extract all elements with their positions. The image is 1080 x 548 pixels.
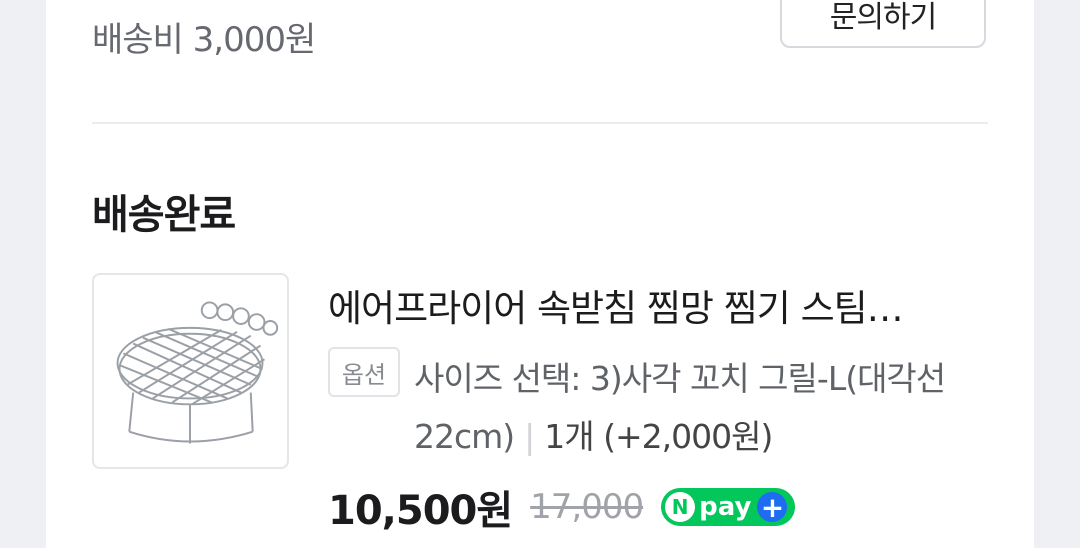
option-separator: |	[524, 417, 535, 456]
grill-rack-image	[116, 301, 279, 444]
shipping-fee: 배송비 3,000원	[92, 20, 316, 60]
plus-icon: +	[757, 491, 788, 524]
option-details: 사이즈 선택: 3)사각 꼬치 그릴-L(대각선 22cm) | 1개 (+2,00…	[414, 350, 994, 466]
sale-price: 10,500원	[328, 488, 513, 534]
price-row: 10,500원 17,000 N pay +	[328, 478, 796, 536]
delivery-status-title: 배송완료	[92, 192, 236, 238]
quantity: 1개 (+2,000원)	[544, 417, 773, 456]
inquiry-button[interactable]: 문의하기	[780, 0, 986, 48]
npay-label: pay	[699, 492, 752, 522]
naver-n-icon: N	[665, 492, 696, 522]
order-card: 배송비 3,000원 문의하기 배송완료 에어프라이어 속받침 찜망 찜기 스팀…	[46, 0, 1034, 548]
npay-plus-badge: N pay +	[661, 488, 796, 526]
original-price: 17,000	[530, 487, 644, 527]
divider	[92, 122, 988, 124]
option-badge: 옵션	[328, 347, 400, 397]
product-thumbnail[interactable]	[92, 273, 289, 469]
product-name[interactable]: 에어프라이어 속받침 찜망 찜기 스팀…	[328, 278, 988, 332]
